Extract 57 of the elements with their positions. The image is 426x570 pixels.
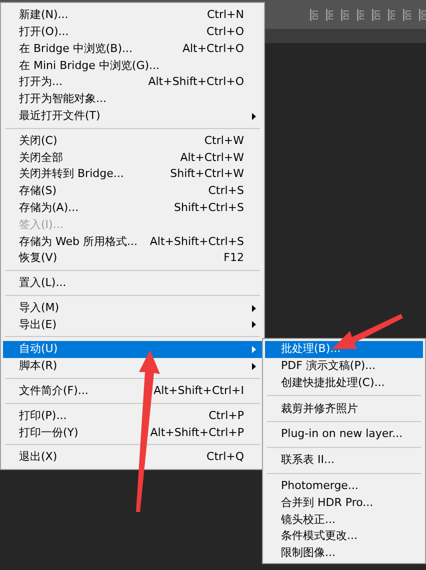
shortcut-label: Alt+Shift+Ctrl+O bbox=[148, 74, 245, 90]
menu-item[interactable]: 存储为(A)... Shift+Ctrl+S bbox=[3, 200, 262, 217]
menu-item[interactable]: Photomerge... bbox=[265, 478, 423, 495]
align-icon[interactable] bbox=[310, 8, 318, 20]
menu-item[interactable]: 打印一份(Y) Alt+Shift+Ctrl+P bbox=[3, 424, 262, 442]
menu-item[interactable]: 条件模式更改... bbox=[265, 528, 423, 545]
align-icon[interactable] bbox=[356, 8, 364, 20]
menu-item[interactable]: 存储(S) Ctrl+S bbox=[3, 182, 262, 200]
shortcut-label: Ctrl+Q bbox=[206, 449, 245, 466]
menu-item[interactable]: 批处理(B)... bbox=[265, 341, 423, 358]
menu-item[interactable]: 新建(N)... Ctrl+N bbox=[3, 7, 262, 24]
menu-item[interactable]: PDF 演示文稿(P)... bbox=[265, 358, 423, 375]
align-icon[interactable] bbox=[326, 8, 333, 20]
menu-item[interactable]: 退出(X) Ctrl+Q bbox=[3, 449, 262, 466]
menu-item[interactable]: 创建快捷批处理(C)... bbox=[265, 374, 423, 392]
menu-item[interactable]: 导入(M) bbox=[3, 300, 262, 317]
shortcut-label: Ctrl+O bbox=[206, 24, 245, 40]
menu-item[interactable]: 最近打开文件(T) bbox=[3, 108, 262, 125]
menu-item[interactable]: 置入(L)... bbox=[3, 274, 262, 292]
shortcut-label: Shift+Ctrl+S bbox=[174, 200, 245, 216]
menu-item[interactable]: 打开(O)... Ctrl+O bbox=[3, 24, 262, 41]
shortcut-label: Ctrl+P bbox=[208, 408, 245, 424]
shortcut-label: Ctrl+W bbox=[204, 132, 245, 149]
menu-item[interactable]: 打印(P)... Ctrl+P bbox=[3, 408, 262, 425]
shortcut-label: Alt+Shift+Ctrl+I bbox=[154, 383, 245, 400]
menu-item[interactable]: 合并到 HDR Pro... bbox=[265, 494, 423, 512]
menu-item[interactable]: 在 Mini Bridge 中浏览(G)... bbox=[3, 57, 262, 74]
shortcut-label: Alt+Ctrl+W bbox=[180, 150, 245, 166]
menu-item[interactable]: 关闭(C) Ctrl+W bbox=[3, 132, 262, 150]
menu-item[interactable]: 打开为... Alt+Shift+Ctrl+O bbox=[3, 74, 262, 91]
align-icon[interactable] bbox=[388, 8, 395, 20]
menu-item[interactable]: 关闭全部 Alt+Ctrl+W bbox=[3, 149, 262, 166]
align-icon[interactable] bbox=[403, 8, 410, 20]
shortcut-label: Alt+Shift+Ctrl+S bbox=[150, 234, 245, 250]
menu-item[interactable]: 关闭并转到 Bridge... Shift+Ctrl+W bbox=[3, 166, 262, 183]
menu-item[interactable]: Plug-in on new layer... bbox=[265, 426, 423, 443]
menu-item[interactable]: 裁剪并修齐照片 bbox=[265, 400, 423, 418]
menu-item[interactable]: 导出(E) bbox=[3, 316, 262, 334]
menu-item[interactable]: 自动(U) bbox=[3, 341, 262, 358]
menu-item[interactable]: 存储为 Web 所用格式... Alt+Shift+Ctrl+S bbox=[3, 233, 262, 250]
menu-item[interactable]: 镜头校正... bbox=[265, 511, 423, 528]
menu-item[interactable]: 恢复(V) F12 bbox=[3, 250, 262, 267]
shortcut-label: Alt+Ctrl+O bbox=[182, 40, 245, 57]
shortcut-label: Shift+Ctrl+W bbox=[170, 166, 245, 182]
menu-item[interactable]: 脚本(R) bbox=[3, 358, 262, 375]
shortcut-label: Ctrl+N bbox=[206, 7, 245, 24]
shortcut-label: Alt+Shift+Ctrl+P bbox=[150, 424, 245, 441]
menu-item[interactable]: 打开为智能对象... bbox=[3, 90, 262, 108]
menu-item[interactable]: 文件简介(F)... Alt+Shift+Ctrl+I bbox=[3, 382, 262, 400]
menu-item[interactable]: 联系表 II... bbox=[265, 452, 423, 469]
shortcut-label: Ctrl+S bbox=[208, 183, 245, 200]
shortcut-label: F12 bbox=[224, 250, 245, 266]
menu-item[interactable]: 限制图像... bbox=[265, 544, 423, 562]
menu-item[interactable]: 在 Bridge 中浏览(B)... Alt+Ctrl+O bbox=[3, 40, 262, 58]
align-icon[interactable] bbox=[372, 8, 380, 20]
align-icon[interactable] bbox=[341, 8, 348, 20]
align-icon[interactable] bbox=[418, 8, 426, 20]
